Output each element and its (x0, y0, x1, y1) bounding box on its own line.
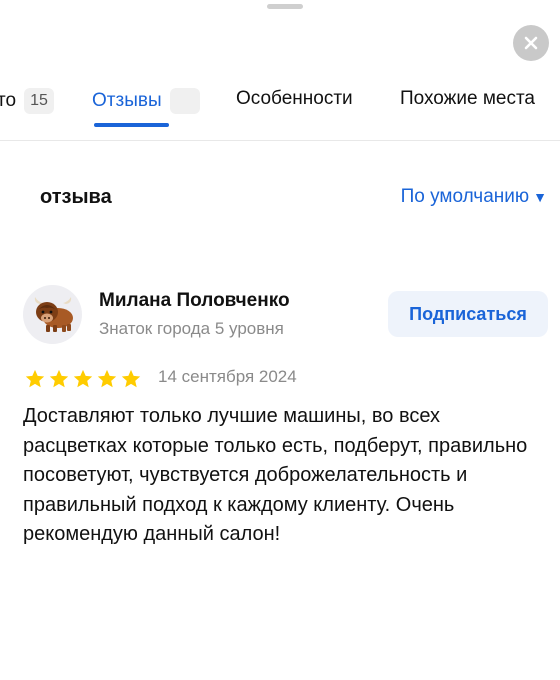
star-icon (73, 369, 93, 388)
tab-label: Похожие места (400, 88, 536, 109)
tab-count-badge (169, 88, 200, 114)
rating-stars (24, 368, 142, 390)
caret-down-icon: ▼ (533, 189, 547, 205)
review-author-name[interactable]: Милана Половченко (99, 290, 290, 312)
reviews-count-label: отзыва (40, 186, 112, 208)
star-icon (97, 369, 117, 388)
tab-label: то (0, 90, 17, 112)
close-icon (524, 36, 538, 50)
tab-partial[interactable]: то 15 (0, 88, 55, 114)
tab-bar: то 15 Отзывы Особенности Похожие места (0, 80, 560, 141)
sort-dropdown[interactable]: По умолчанию ▼ (401, 186, 547, 208)
sort-label: По умолчанию (400, 186, 530, 207)
sheet-drag-handle[interactable] (267, 4, 303, 9)
close-button[interactable] (513, 25, 549, 61)
star-icon (25, 369, 45, 388)
tab-similar-places[interactable]: Похожие места (400, 88, 535, 110)
star-icon (49, 369, 69, 388)
review-author-level: Знаток города 5 уровня (99, 319, 284, 338)
tab-label: Отзывы (92, 90, 162, 112)
review-date: 14 сентября 2024 (158, 367, 297, 386)
active-tab-indicator (94, 123, 169, 127)
tab-reviews[interactable]: Отзывы (92, 88, 200, 114)
star-icon (121, 369, 141, 388)
avatar[interactable] (23, 285, 82, 344)
review-text: Доставляют только лучшие машины, во всех… (23, 405, 528, 545)
tab-label: Особенности (236, 88, 353, 109)
yak-avatar-icon (34, 296, 73, 332)
tab-features[interactable]: Особенности (236, 88, 353, 110)
tab-count-badge: 15 (24, 88, 55, 114)
subscribe-button[interactable]: Подписаться (388, 291, 548, 337)
